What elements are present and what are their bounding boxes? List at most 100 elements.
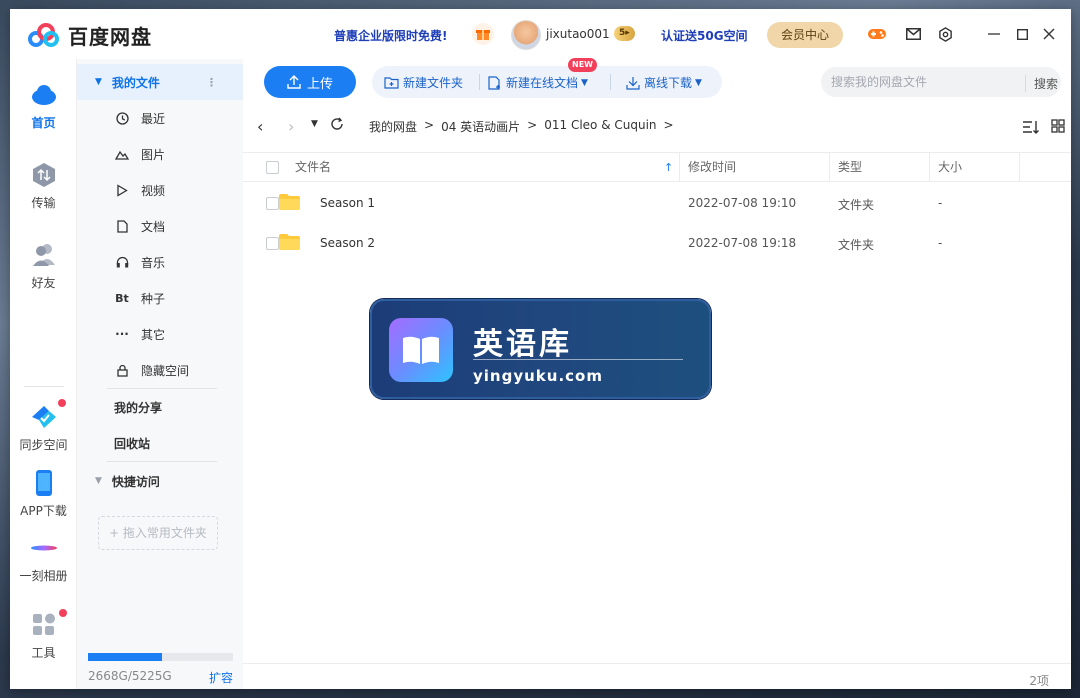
title-bar: 百度网盘 普惠企业版限时免费! jixutao001 5▸ 认证送50G空间 会… bbox=[10, 9, 1071, 59]
breadcrumb-item[interactable]: 011 Cleo & Cuquin bbox=[544, 118, 656, 135]
breadcrumb-bar: ‹ › ▼ 我的网盘 > 04 英语动画片 > 011 Cleo & Cuqui… bbox=[243, 111, 1071, 141]
column-divider bbox=[829, 153, 830, 182]
sidebar-item-recycle-bin[interactable]: 回收站 bbox=[77, 425, 243, 461]
sidebar-item-videos[interactable]: 视频 bbox=[77, 172, 243, 208]
clock-icon bbox=[115, 111, 129, 125]
refresh-icon[interactable] bbox=[330, 116, 346, 134]
left-rail: 首页 传输 好友 同步空间 APP下载 一刻相册 工具 bbox=[10, 59, 77, 689]
rail-item-album[interactable]: 一刻相册 bbox=[10, 534, 77, 584]
search-input[interactable] bbox=[831, 74, 1011, 90]
notification-dot bbox=[58, 399, 66, 407]
album-icon bbox=[30, 534, 58, 562]
member-center-button[interactable]: 会员中心 bbox=[767, 22, 843, 48]
storage-usage-text: 2668G/5225G bbox=[88, 669, 172, 683]
close-button[interactable] bbox=[1038, 23, 1060, 45]
sidebar-item-my-files[interactable]: ▼ 我的文件 ⋮ bbox=[77, 64, 243, 100]
download-icon bbox=[626, 76, 640, 90]
rail-item-app-download[interactable]: APP下载 bbox=[10, 469, 77, 519]
lock-icon bbox=[115, 363, 129, 377]
column-header-modified[interactable]: 修改时间 bbox=[688, 153, 736, 182]
storage-usage-fill bbox=[88, 653, 162, 661]
watermark-title: 英语库 bbox=[473, 327, 572, 362]
file-name[interactable]: Season 1 bbox=[320, 196, 375, 210]
new-folder-button[interactable]: 新建文件夹 bbox=[384, 74, 463, 91]
mail-icon[interactable] bbox=[902, 23, 924, 45]
avatar[interactable] bbox=[511, 20, 541, 50]
sidebar-item-my-share[interactable]: 我的分享 bbox=[77, 389, 243, 425]
rail-item-transfer[interactable]: 传输 bbox=[10, 161, 77, 211]
gamepad-icon[interactable] bbox=[866, 23, 888, 45]
breadcrumb-separator: > bbox=[424, 118, 435, 132]
file-table-header: 文件名 ↑ 修改时间 类型 大小 bbox=[243, 152, 1071, 182]
sidebar-item-images[interactable]: 图片 bbox=[77, 136, 243, 172]
file-name[interactable]: Season 2 bbox=[320, 236, 375, 250]
image-icon bbox=[115, 147, 129, 161]
vip-level-badge[interactable]: 5▸ bbox=[614, 26, 635, 41]
column-divider bbox=[929, 153, 930, 182]
rail-item-home[interactable]: 首页 bbox=[10, 81, 77, 131]
sidebar-item-quick-access[interactable]: ▼ 快捷访问 bbox=[77, 463, 243, 499]
back-arrow-icon[interactable]: ‹ bbox=[257, 117, 273, 136]
transfer-icon bbox=[30, 161, 58, 189]
sidebar-item-music[interactable]: 音乐 bbox=[77, 244, 243, 280]
sync-icon bbox=[30, 403, 58, 431]
item-count: 2项 bbox=[1029, 674, 1049, 688]
add-favorite-folder-dropzone[interactable]: + 拖入常用文件夹 bbox=[98, 516, 218, 550]
table-row[interactable]: Season 1 2022-07-08 19:10 文件夹 - bbox=[243, 183, 1071, 223]
breadcrumb-item[interactable]: 我的网盘 bbox=[369, 118, 417, 135]
select-all-checkbox[interactable] bbox=[266, 161, 279, 174]
app-name: 百度网盘 bbox=[68, 25, 152, 49]
file-size: - bbox=[938, 196, 943, 210]
document-icon bbox=[115, 219, 129, 233]
expand-storage-link[interactable]: 扩容 bbox=[209, 669, 233, 686]
breadcrumb-item[interactable]: 04 英语动画片 bbox=[441, 118, 520, 135]
column-divider bbox=[679, 153, 680, 182]
sidebar-item-recent[interactable]: 最近 bbox=[77, 100, 243, 136]
column-header-type[interactable]: 类型 bbox=[838, 153, 862, 182]
minimize-button[interactable] bbox=[983, 23, 1005, 45]
row-checkbox[interactable] bbox=[266, 237, 279, 250]
nav-divider bbox=[107, 461, 217, 462]
rail-item-friends[interactable]: 好友 bbox=[10, 241, 77, 291]
sort-icon[interactable] bbox=[1022, 119, 1040, 135]
book-logo-icon bbox=[389, 318, 453, 382]
sidebar-item-hidden-space[interactable]: 隐藏空间 bbox=[77, 352, 243, 388]
gift-icon[interactable] bbox=[472, 23, 494, 45]
sidebar-item-other[interactable]: ··· 其它 bbox=[77, 316, 243, 352]
sidebar-item-torrents[interactable]: Bt 种子 bbox=[77, 280, 243, 316]
enterprise-promo-link[interactable]: 普惠企业版限时免费! bbox=[334, 27, 447, 44]
toolbar-group: 新建文件夹 新建在线文档 ▼ NEW 离线下载 ▼ bbox=[372, 58, 722, 98]
breadcrumb: 我的网盘 > 04 英语动画片 > 011 Cleo & Cuquin > bbox=[369, 118, 674, 135]
upload-button[interactable]: 上传 bbox=[264, 66, 356, 98]
more-options-icon[interactable]: ⋮ bbox=[206, 76, 217, 89]
modified-time: 2022-07-08 19:18 bbox=[688, 236, 797, 250]
history-dropdown-icon[interactable]: ▼ bbox=[311, 119, 327, 137]
row-checkbox[interactable] bbox=[266, 197, 279, 210]
grid-view-icon[interactable] bbox=[1051, 119, 1069, 135]
table-row[interactable]: Season 2 2022-07-08 19:18 文件夹 - bbox=[243, 223, 1071, 263]
rail-item-tools[interactable]: 工具 bbox=[10, 609, 77, 661]
status-footer: 2项 bbox=[243, 663, 1071, 689]
settings-gear-icon[interactable] bbox=[934, 23, 956, 45]
forward-arrow-icon[interactable]: › bbox=[288, 117, 304, 136]
search-button[interactable]: 搜索 bbox=[1025, 75, 1058, 92]
offline-download-button[interactable]: 离线下载 ▼ bbox=[626, 74, 702, 91]
sidebar-item-documents[interactable]: 文档 bbox=[77, 208, 243, 244]
new-online-doc-button[interactable]: 新建在线文档 ▼ bbox=[488, 74, 588, 91]
maximize-button[interactable] bbox=[1011, 23, 1033, 45]
sort-ascending-icon[interactable]: ↑ bbox=[664, 153, 673, 182]
watermark-overlay: 英语库 yingyuku.com bbox=[370, 299, 711, 399]
dropdown-caret-icon: ▼ bbox=[581, 77, 588, 88]
column-header-name[interactable]: 文件名 bbox=[295, 153, 331, 182]
username[interactable]: jixutao001 bbox=[546, 27, 610, 41]
certification-link[interactable]: 认证送50G空间 bbox=[661, 27, 748, 44]
search-box: 搜索 bbox=[821, 67, 1061, 97]
rail-item-sync-space[interactable]: 同步空间 bbox=[10, 399, 77, 453]
upload-icon bbox=[287, 75, 301, 89]
notification-dot bbox=[59, 609, 67, 617]
tools-icon bbox=[30, 611, 58, 639]
friends-icon bbox=[30, 241, 58, 269]
caret-down-icon: ▼ bbox=[95, 476, 102, 486]
file-type: 文件夹 bbox=[838, 198, 875, 212]
column-header-size[interactable]: 大小 bbox=[938, 153, 962, 182]
